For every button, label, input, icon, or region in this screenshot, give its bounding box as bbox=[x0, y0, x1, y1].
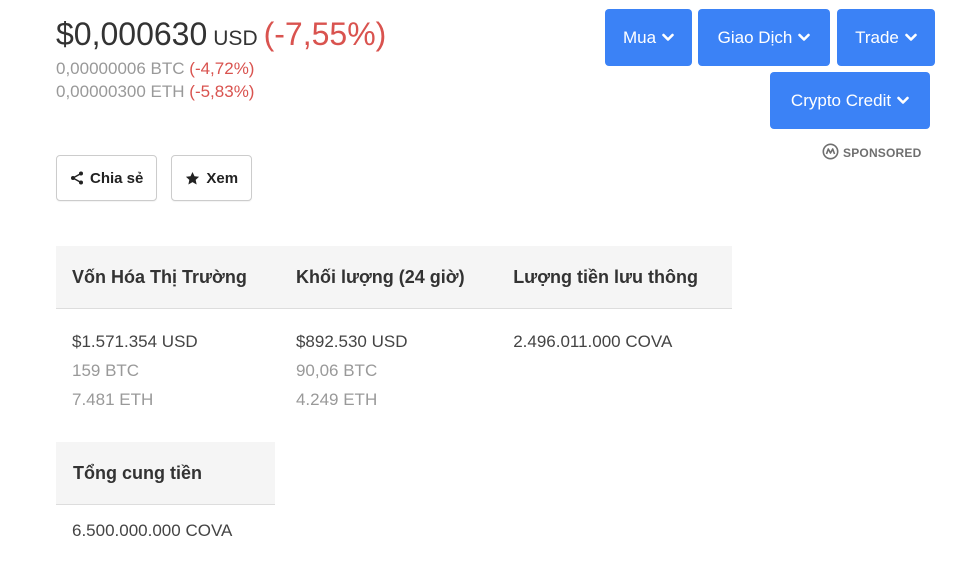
market-cap-eth: 7.481 ETH bbox=[72, 390, 154, 409]
circulating-supply-value: 2.496.011.000 COVA bbox=[513, 332, 673, 351]
exchange-dropdown-button[interactable]: Giao Dịch bbox=[698, 9, 830, 66]
chevron-down-icon bbox=[662, 33, 674, 42]
market-cap-usd: $1.571.354 USD bbox=[72, 332, 198, 351]
chevron-down-icon bbox=[897, 96, 909, 105]
crypto-credit-dropdown-button[interactable]: Crypto Credit bbox=[770, 72, 930, 129]
market-cap-cell: $1.571.354 USD 159 BTC 7.481 ETH bbox=[56, 309, 280, 419]
coinmarketcap-logo-icon bbox=[822, 143, 839, 163]
circulating-cell: 2.496.011.000 COVA bbox=[497, 309, 732, 419]
table-row: 6.500.000.000 COVA bbox=[56, 505, 275, 542]
volume-usd: $892.530 USD bbox=[295, 332, 408, 351]
watch-button-label: Xem bbox=[206, 169, 239, 187]
sponsored-label[interactable]: SPONSORED bbox=[822, 143, 921, 163]
price-btc-row: 0,00000006 BTC (-4,72%) bbox=[56, 59, 386, 79]
star-icon bbox=[185, 171, 200, 186]
trade-dropdown-button[interactable]: Trade bbox=[837, 9, 935, 66]
table-header-row: Tổng cung tiền bbox=[56, 442, 275, 505]
price-change-percent: (-7,55%) bbox=[263, 16, 387, 52]
volume-eth: 4.249 ETH bbox=[295, 390, 378, 409]
price-btc-change: (-4,72%) bbox=[189, 59, 255, 78]
price-btc: 0,00000006 BTC bbox=[56, 59, 185, 78]
chevron-down-icon bbox=[905, 33, 917, 42]
price-eth: 0,00000300 ETH bbox=[56, 82, 185, 101]
share-button-label: Chia sẻ bbox=[90, 169, 144, 187]
header-market-cap: Vốn Hóa Thị Trường bbox=[56, 246, 280, 309]
price-eth-row: 0,00000300 ETH (-5,83%) bbox=[56, 82, 386, 102]
table-row: $1.571.354 USD 159 BTC 7.481 ETH $892.53… bbox=[56, 309, 732, 419]
total-supply-value: 6.500.000.000 COVA bbox=[72, 521, 233, 540]
trade-button-label: Trade bbox=[855, 27, 899, 47]
share-button[interactable]: Chia sẻ bbox=[56, 155, 158, 201]
market-stats-table: Vốn Hóa Thị Trường Khối lượng (24 giờ) L… bbox=[56, 246, 732, 419]
price-currency: USD bbox=[213, 27, 258, 50]
header-circulating-supply: Lượng tiền lưu thông bbox=[497, 246, 732, 309]
total-supply-table: Tổng cung tiền 6.500.000.000 COVA bbox=[56, 442, 275, 541]
crypto-credit-button-label: Crypto Credit bbox=[790, 90, 892, 110]
share-icon bbox=[70, 171, 84, 185]
watch-button[interactable]: Xem bbox=[171, 155, 253, 201]
market-cap-btc: 159 BTC bbox=[72, 361, 140, 380]
exchange-button-label: Giao Dịch bbox=[717, 27, 793, 47]
chevron-down-icon bbox=[798, 33, 811, 42]
price-usd: $0,000630 bbox=[56, 16, 208, 52]
price-main-row: $0,000630 USD (-7,55%) bbox=[56, 16, 386, 53]
buy-dropdown-button[interactable]: Mua bbox=[605, 9, 692, 66]
sponsored-text: SPONSORED bbox=[843, 146, 922, 160]
volume-btc: 90,06 BTC bbox=[295, 361, 378, 380]
price-summary: $0,000630 USD (-7,55%) 0,00000006 BTC (-… bbox=[56, 16, 386, 102]
table-header-row: Vốn Hóa Thị Trường Khối lượng (24 giờ) L… bbox=[56, 246, 732, 309]
header-total-supply: Tổng cung tiền bbox=[56, 442, 275, 505]
header-volume-24h: Khối lượng (24 giờ) bbox=[279, 246, 498, 309]
action-row: Chia sẻ Xem bbox=[56, 155, 253, 201]
buy-button-label: Mua bbox=[622, 27, 657, 47]
volume-cell: $892.530 USD 90,06 BTC 4.249 ETH bbox=[280, 309, 497, 419]
price-eth-change: (-5,83%) bbox=[189, 82, 255, 101]
